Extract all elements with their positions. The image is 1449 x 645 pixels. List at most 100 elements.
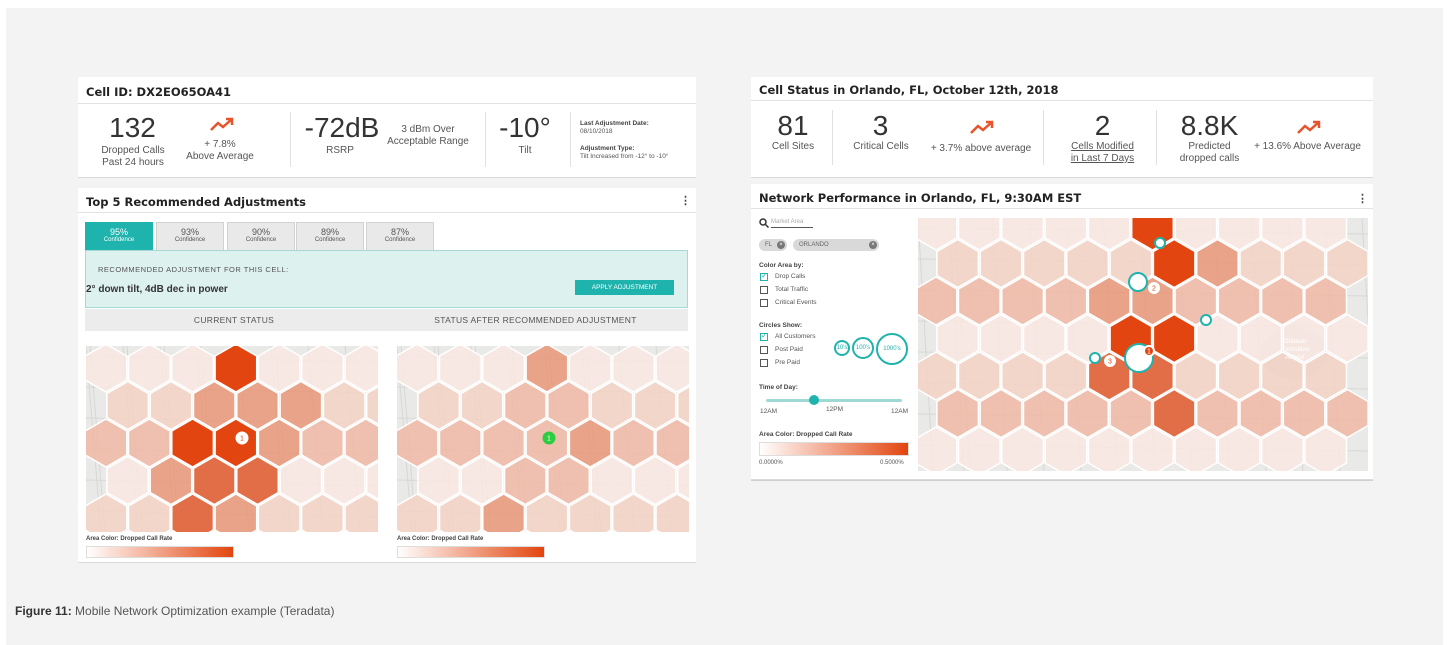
modified-link-line-2[interactable]: in Last 7 Days	[1055, 153, 1150, 165]
divider	[570, 112, 571, 167]
marker-label: 1	[1147, 349, 1151, 356]
time-slider-track[interactable]	[766, 399, 902, 402]
marker-label: 1	[240, 436, 244, 443]
tab-pct: 93%	[180, 227, 199, 237]
adj-type-title: Adjustment Type:	[580, 145, 635, 152]
checkbox-post-paid[interactable]	[760, 346, 768, 354]
option-post-paid: Post Paid	[775, 346, 803, 353]
ring-size-10: 10's	[834, 340, 850, 356]
legend-gradient-current	[86, 546, 234, 558]
market-area-search[interactable]: Market Area	[771, 219, 813, 228]
divider	[1156, 110, 1157, 165]
cell-site-marker[interactable]	[1089, 352, 1101, 364]
airport-label: Orlando Executive Airport	[1270, 338, 1320, 362]
divider	[1043, 110, 1044, 165]
caption-prefix: Figure 11:	[15, 604, 72, 618]
cell-site-marker[interactable]	[1200, 314, 1212, 326]
tab-label: Confidence	[174, 237, 206, 243]
tab-confidence-93[interactable]: 93% Confidence	[156, 222, 224, 250]
caption-text: Mobile Network Optimization example (Ter…	[71, 604, 335, 618]
critical-cells-value: 3	[872, 110, 889, 141]
divider	[751, 100, 1373, 101]
checkbox-pre-paid[interactable]	[760, 359, 768, 367]
circles-show-label: Circles Show:	[759, 322, 802, 329]
after-status-heading: STATUS AFTER RECOMMENDED ADJUSTMENT	[383, 309, 688, 331]
recommend-title: Top 5 Recommended Adjustments	[86, 195, 306, 209]
checkbox-total-traffic[interactable]	[760, 286, 768, 294]
dropped-calls-value: 132	[109, 112, 156, 143]
option-pre-paid: Pre Paid	[775, 359, 800, 366]
close-icon[interactable]: ×	[869, 241, 877, 249]
network-map[interactable]: 2 1 3 Orlando Executive Airport	[918, 218, 1368, 471]
time-tick-end: 12AM	[891, 408, 908, 415]
tab-confidence-95[interactable]: 95% Confidence	[85, 222, 153, 250]
airport-label-1: Orlando	[1283, 338, 1307, 345]
divider	[485, 112, 486, 167]
cell-sites-label: Cell Sites	[771, 141, 815, 152]
cell-site-marker[interactable]	[1154, 237, 1166, 249]
predicted-value: 8.8K	[1180, 110, 1239, 141]
tab-pct: 87%	[390, 227, 409, 237]
recommendation-heading: RECOMMENDED ADJUSTMENT FOR THIS CELL:	[98, 265, 289, 274]
last-adj-title: Last Adjustment Date:	[580, 120, 649, 127]
legend-label-after: Area Color: Dropped Call Rate	[397, 536, 484, 542]
predicted-label-2: dropped calls	[1179, 153, 1240, 164]
marker-label: 1	[547, 436, 551, 443]
critical-trend: + 3.7% above average	[930, 143, 1032, 154]
rsrp-value: -72dB	[304, 112, 380, 143]
modified-link-line-1[interactable]: Cells Modified	[1055, 141, 1150, 153]
option-all-customers: All Customers	[775, 333, 816, 340]
tab-confidence-87[interactable]: 87% Confidence	[366, 222, 434, 250]
critical-cells-label: Critical Cells	[853, 141, 909, 152]
tab-label: Confidence	[245, 237, 277, 243]
time-tick-start: 12AM	[760, 408, 777, 415]
chip-label: ORLANDO	[799, 242, 829, 248]
predicted-label-1: Predicted	[1188, 141, 1231, 152]
more-menu-icon[interactable]: ⋮	[1357, 192, 1368, 205]
network-legend-gradient	[759, 442, 909, 456]
more-menu-icon[interactable]: ⋮	[680, 194, 691, 207]
tab-confidence-89[interactable]: 89% Confidence	[296, 222, 364, 250]
legend-min: 0.0000%	[759, 460, 783, 466]
current-status-heading: CURRENT STATUS	[85, 309, 383, 331]
checkbox-all-customers[interactable]	[760, 331, 768, 341]
divider	[832, 110, 833, 165]
tilt-value: -10°	[499, 112, 551, 143]
chip-orlando[interactable]: ORLANDO ×	[793, 239, 879, 251]
divider	[751, 480, 1373, 481]
checkbox-critical-events[interactable]	[760, 299, 768, 307]
divider	[751, 208, 1373, 209]
chip-fl[interactable]: FL ×	[759, 239, 787, 251]
trend-up-icon	[210, 117, 234, 131]
current-status-map[interactable]: 1	[86, 346, 378, 532]
tab-confidence-90[interactable]: 90% Confidence	[227, 222, 295, 250]
tab-label: Confidence	[103, 237, 135, 243]
divider	[78, 103, 696, 104]
time-tick-mid: 12PM	[826, 406, 843, 413]
divider	[290, 112, 291, 167]
checkbox-drop-calls[interactable]	[760, 271, 768, 281]
ring-size-100: 100's	[852, 337, 874, 359]
network-title: Network Performance in Orlando, FL, 9:30…	[759, 191, 1082, 205]
tab-pct: 95%	[109, 227, 128, 237]
apply-adjustment-button[interactable]: APPLY ADJUSTMENT	[575, 280, 674, 295]
after-status-map[interactable]: 1	[397, 346, 689, 532]
chip-label: FL	[765, 242, 773, 248]
cell-id-title: Cell ID: DX2EO65OA41	[86, 85, 231, 99]
rsrp-note-2: Acceptable Range	[387, 136, 469, 147]
recommendation-box: RECOMMENDED ADJUSTMENT FOR THIS CELL: 2°…	[85, 250, 688, 308]
adj-type-value: Tilt Increased from -12° to -10°	[580, 153, 669, 160]
time-of-day-label: Time of Day:	[759, 384, 798, 391]
rsrp-label: RSRP	[326, 145, 354, 156]
airport-label-3: Airport	[1285, 354, 1305, 361]
modified-value: 2	[1094, 110, 1111, 141]
legend-max: 0.5000%	[880, 460, 904, 466]
marker-label: 2	[1152, 286, 1156, 293]
network-legend-label: Area Color: Dropped Call Rate	[759, 431, 853, 438]
cell-site-marker[interactable]	[1128, 272, 1148, 292]
time-slider-thumb[interactable]	[808, 395, 819, 405]
trend-pct: + 7.8%	[204, 139, 236, 150]
marker-label: 3	[1108, 359, 1112, 366]
close-icon[interactable]: ×	[777, 241, 785, 249]
trend-label: Above Average	[186, 151, 254, 162]
